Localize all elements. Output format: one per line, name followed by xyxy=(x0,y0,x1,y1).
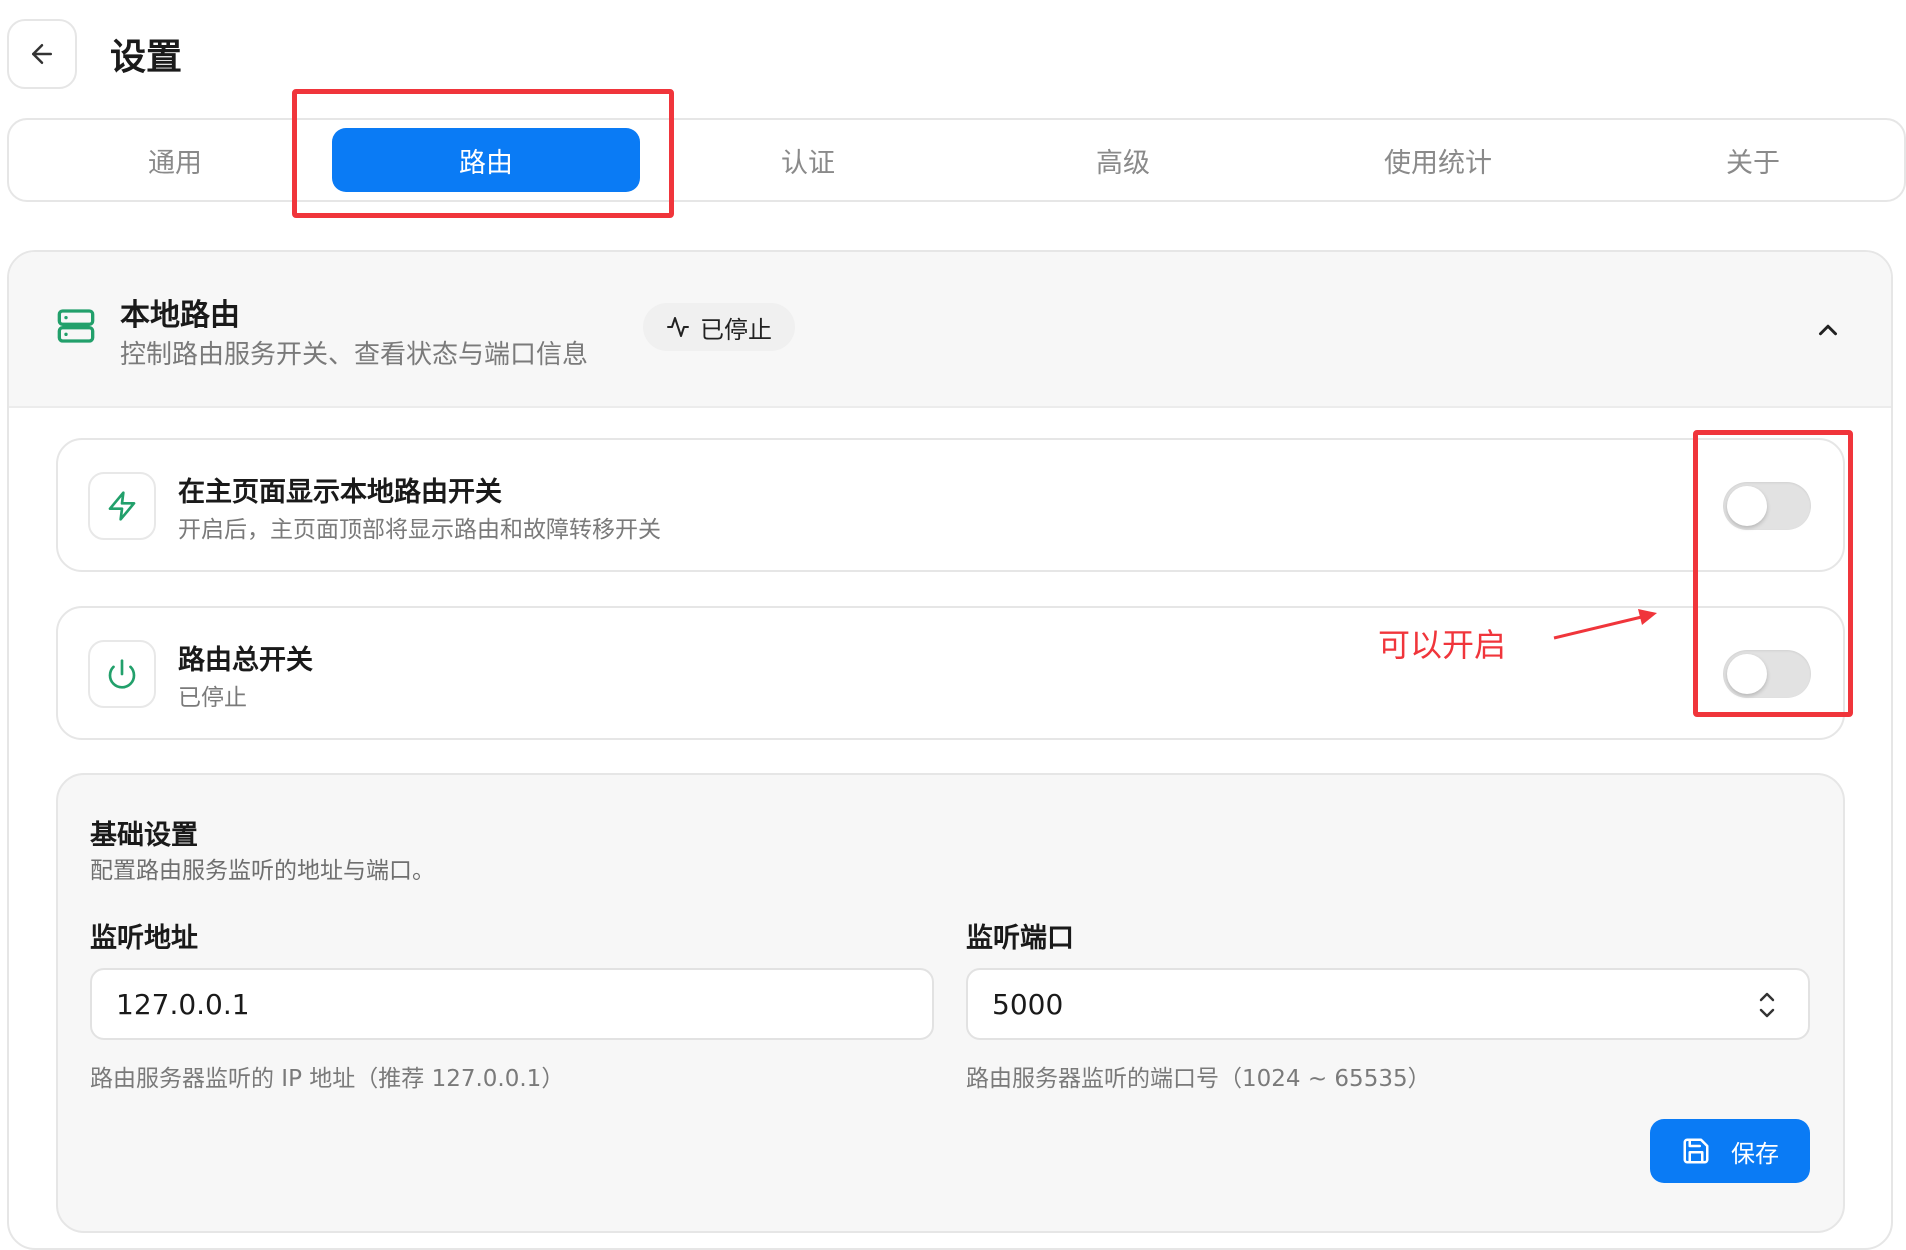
section-header[interactable] xyxy=(9,252,1891,408)
activity-icon xyxy=(666,315,690,339)
listen-port-hint: 路由服务器监听的端口号（1024 ~ 65535） xyxy=(966,1066,1431,1092)
back-button[interactable] xyxy=(7,19,77,89)
card-title: 在主页面显示本地路由开关 xyxy=(178,477,502,508)
zap-icon xyxy=(106,490,138,522)
annotation-arrow xyxy=(1553,609,1657,640)
tab-advanced[interactable]: 高级 xyxy=(969,128,1277,192)
card-subtitle: 已停止 xyxy=(178,685,247,711)
listen-port-input[interactable]: 5000 xyxy=(966,968,1810,1040)
listen-address-label: 监听地址 xyxy=(90,923,198,954)
tab-about[interactable]: 关于 xyxy=(1599,128,1906,192)
card-icon-box xyxy=(88,472,156,540)
tab-auth[interactable]: 认证 xyxy=(654,128,962,192)
save-icon xyxy=(1681,1136,1711,1166)
annotation-box-toggles xyxy=(1693,430,1853,717)
arrow-left-icon xyxy=(27,39,57,69)
server-icon xyxy=(56,306,96,350)
listen-port-label: 监听端口 xyxy=(966,923,1074,954)
section-title: 本地路由 xyxy=(120,298,240,333)
stepper-icon[interactable] xyxy=(1756,988,1778,1029)
save-button[interactable]: 保存 xyxy=(1650,1119,1810,1183)
power-icon xyxy=(106,658,138,690)
page-title: 设置 xyxy=(110,37,183,78)
tab-general[interactable]: 通用 xyxy=(21,128,329,192)
card-icon-box xyxy=(88,640,156,708)
card-subtitle: 开启后，主页面顶部将显示路由和故障转移开关 xyxy=(178,517,661,543)
listen-address-hint: 路由服务器监听的 IP 地址（推荐 127.0.0.1） xyxy=(90,1066,565,1092)
basic-settings-desc: 配置路由服务监听的地址与端口。 xyxy=(90,858,435,884)
annotation-box-tab xyxy=(292,89,674,218)
tab-usage-stats[interactable]: 使用统计 xyxy=(1284,128,1592,192)
status-text: 已停止 xyxy=(700,315,772,344)
section-subtitle: 控制路由服务开关、查看状态与端口信息 xyxy=(120,340,589,370)
chevron-up-icon[interactable] xyxy=(1813,315,1843,349)
save-label: 保存 xyxy=(1731,1139,1779,1168)
annotation-text: 可以开启 xyxy=(1378,626,1507,664)
listen-address-input[interactable]: 127.0.0.1 xyxy=(90,968,934,1040)
card-title: 路由总开关 xyxy=(178,645,313,676)
status-badge: 已停止 xyxy=(643,303,795,351)
basic-settings-title: 基础设置 xyxy=(90,820,198,851)
listen-address-value: 127.0.0.1 xyxy=(116,987,250,1021)
listen-port-value: 5000 xyxy=(992,987,1064,1021)
